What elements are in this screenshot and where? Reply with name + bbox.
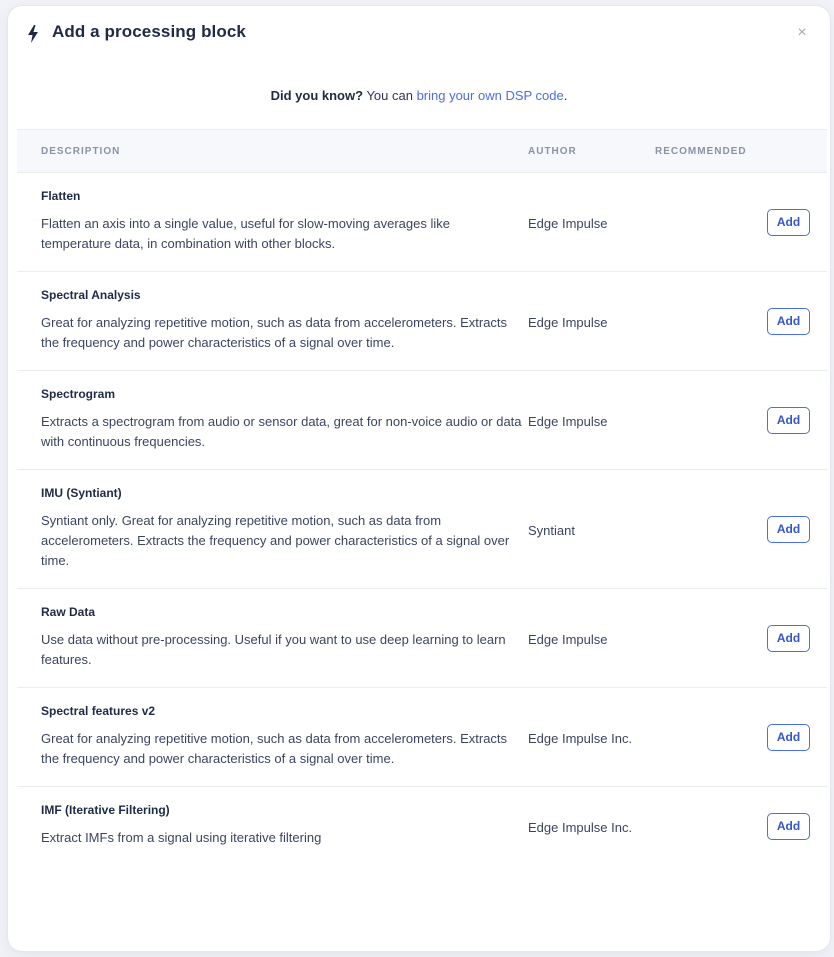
cell-description: IMF (Iterative Filtering) Extract IMFs f… <box>17 787 528 866</box>
cell-description: Spectral features v2 Great for analyzing… <box>17 687 528 787</box>
block-recommended <box>655 687 767 787</box>
block-name: IMU (Syntiant) <box>41 486 122 500</box>
add-block-button[interactable]: Add <box>767 406 810 434</box>
header-action <box>767 129 827 173</box>
processing-blocks-table: DESCRIPTION AUTHOR RECOMMENDED Flatten F… <box>17 129 827 865</box>
cell-action: Add <box>767 588 827 688</box>
table-header-row: DESCRIPTION AUTHOR RECOMMENDED <box>17 129 827 173</box>
block-name: Spectrogram <box>41 387 116 401</box>
add-block-button[interactable]: Add <box>767 624 810 652</box>
header-author: AUTHOR <box>528 129 655 173</box>
info-bold: Did you know? <box>270 88 364 103</box>
block-author: Edge Impulse Inc. <box>528 819 633 835</box>
table-row: Flatten Flatten an axis into a single va… <box>17 172 827 272</box>
table-row: Spectral features v2 Great for analyzing… <box>17 687 827 787</box>
modal-title: Add a processing block <box>52 22 246 41</box>
bring-own-dsp-link[interactable]: bring your own DSP code <box>417 88 564 103</box>
block-recommended <box>655 172 767 272</box>
header-description: DESCRIPTION <box>17 129 528 173</box>
add-block-button[interactable]: Add <box>767 723 810 751</box>
block-description: Extracts a spectrogram from audio or sen… <box>41 414 522 449</box>
cell-action: Add <box>767 370 827 470</box>
modal-header: Add a processing block × <box>8 6 830 64</box>
cell-action: Add <box>767 271 827 371</box>
add-block-button[interactable]: Add <box>767 812 810 840</box>
block-description: Use data without pre-processing. Useful … <box>41 632 506 667</box>
cell-description: IMU (Syntiant) Syntiant only. Great for … <box>17 469 528 589</box>
table-row: Spectral Analysis Great for analyzing re… <box>17 271 827 371</box>
add-block-button[interactable]: Add <box>767 307 810 335</box>
block-description: Flatten an axis into a single value, use… <box>41 216 450 251</box>
add-processing-block-modal: Add a processing block × Did you know? Y… <box>8 6 830 951</box>
block-name: Flatten <box>41 189 81 203</box>
bolt-icon <box>28 25 38 43</box>
info-suffix: . <box>563 88 568 103</box>
block-recommended <box>655 588 767 688</box>
block-recommended <box>655 271 767 371</box>
add-block-button[interactable]: Add <box>767 208 810 236</box>
info-text: You can <box>363 88 417 103</box>
block-author: Edge Impulse <box>528 271 655 371</box>
table-row: IMU (Syntiant) Syntiant only. Great for … <box>17 469 827 589</box>
block-description: Extract IMFs from a signal using iterati… <box>41 830 322 845</box>
block-name: Raw Data <box>41 605 96 619</box>
table-row: IMF (Iterative Filtering) Extract IMFs f… <box>17 787 827 866</box>
cell-action: Add <box>767 687 827 787</box>
block-author: Edge Impulse <box>528 172 655 272</box>
cell-action: Add <box>767 469 827 589</box>
block-author: Edge Impulse Inc. <box>528 687 655 787</box>
block-recommended <box>655 370 767 470</box>
block-description: Syntiant only. Great for analyzing repet… <box>41 513 510 568</box>
cell-description: Spectral Analysis Great for analyzing re… <box>17 271 528 371</box>
block-name: Spectral features v2 <box>41 704 156 718</box>
cell-description: Raw Data Use data without pre-processing… <box>17 588 528 688</box>
add-block-button[interactable]: Add <box>767 515 810 543</box>
block-author: Edge Impulse <box>528 588 655 688</box>
cell-action: Add <box>767 172 827 272</box>
close-icon[interactable]: × <box>792 23 812 43</box>
cell-description: Flatten Flatten an axis into a single va… <box>17 172 528 272</box>
block-description: Great for analyzing repetitive motion, s… <box>41 315 508 350</box>
info-line: Did you know? You can bring your own DSP… <box>8 88 830 103</box>
header-recommended: RECOMMENDED <box>655 129 767 173</box>
table-row: Spectrogram Extracts a spectrogram from … <box>17 370 827 470</box>
cell-action: Add <box>767 787 827 866</box>
block-recommended <box>655 469 767 589</box>
table-row: Raw Data Use data without pre-processing… <box>17 588 827 688</box>
block-description: Great for analyzing repetitive motion, s… <box>41 731 508 766</box>
block-name: IMF (Iterative Filtering) <box>41 803 170 817</box>
block-name: Spectral Analysis <box>41 288 141 302</box>
block-author: Edge Impulse <box>528 370 655 470</box>
block-recommended <box>655 787 767 866</box>
cell-description: Spectrogram Extracts a spectrogram from … <box>17 370 528 470</box>
block-author: Syntiant <box>528 469 655 589</box>
